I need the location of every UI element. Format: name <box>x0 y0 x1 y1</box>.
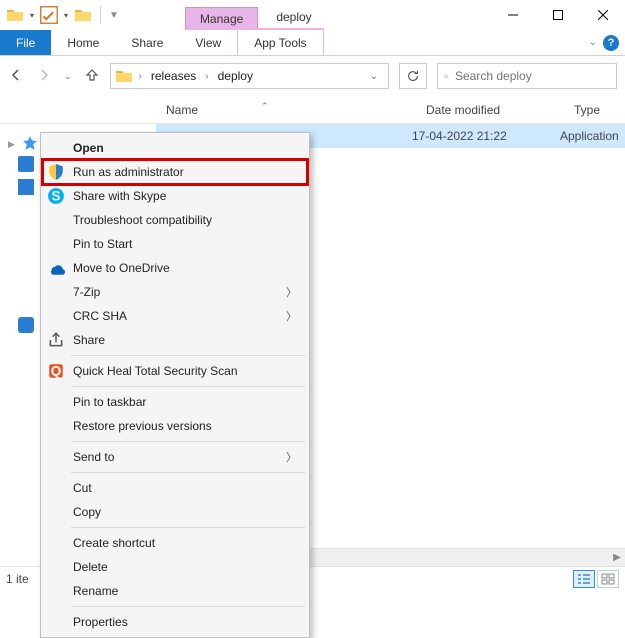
menu-open[interactable]: Open <box>43 136 307 160</box>
search-icon <box>444 70 449 83</box>
crumb-arrow-1[interactable]: › <box>203 71 210 82</box>
column-name[interactable]: Name ⌃ <box>156 103 416 117</box>
qat-separator <box>100 6 101 24</box>
file-type-cell: Application <box>560 129 619 143</box>
menu-separator <box>71 527 305 528</box>
tab-file[interactable]: File <box>0 30 51 55</box>
menu-troubleshoot[interactable]: Troubleshoot compatibility <box>43 208 307 232</box>
menu-cut[interactable]: Cut <box>43 476 307 500</box>
help-button[interactable]: ? <box>603 35 619 51</box>
forward-button <box>36 67 52 86</box>
menu-7zip[interactable]: 7-Zip〉 <box>43 280 307 304</box>
qat-dropdown-2[interactable]: ▾ <box>62 11 70 20</box>
quickheal-icon: Q <box>47 362 65 380</box>
menu-create-shortcut[interactable]: Create shortcut <box>43 531 307 555</box>
back-button[interactable] <box>8 67 24 86</box>
submenu-arrow-icon: 〉 <box>286 449 297 465</box>
skype-icon: S <box>47 187 65 205</box>
menu-move-onedrive[interactable]: Move to OneDrive <box>43 256 307 280</box>
menu-copy[interactable]: Copy <box>43 500 307 524</box>
qat-dropdown-1[interactable]: ▾ <box>28 11 36 20</box>
maximize-button[interactable] <box>535 0 580 30</box>
tab-share[interactable]: Share <box>115 30 179 55</box>
scrollbar-arrow-right[interactable]: ▶ <box>609 552 625 563</box>
view-details-button[interactable] <box>573 570 595 588</box>
submenu-arrow-icon: 〉 <box>286 284 297 300</box>
menu-separator <box>71 472 305 473</box>
menu-share-skype[interactable]: S Share with Skype <box>43 184 307 208</box>
crumb-deploy[interactable]: deploy <box>215 67 256 85</box>
menu-properties[interactable]: Properties <box>43 610 307 634</box>
menu-separator <box>71 355 305 356</box>
search-input[interactable] <box>455 69 610 83</box>
menu-pin-start[interactable]: Pin to Start <box>43 232 307 256</box>
crumb-root-arrow[interactable]: › <box>137 71 144 82</box>
column-date[interactable]: Date modified <box>416 103 564 117</box>
contextual-tab-manage[interactable]: Manage <box>185 7 258 30</box>
svg-text:Q: Q <box>51 364 62 379</box>
tab-home[interactable]: Home <box>51 30 115 55</box>
chevron-right-icon: ▶ <box>8 139 18 150</box>
window-title: deploy <box>258 4 329 30</box>
qat-overflow[interactable]: ▼ <box>107 10 121 21</box>
view-large-icons-button[interactable] <box>597 570 619 588</box>
refresh-button[interactable] <box>399 63 427 89</box>
crumb-releases[interactable]: releases <box>148 67 199 85</box>
sidebar-obscured-items <box>18 156 34 379</box>
menu-delete[interactable]: Delete <box>43 555 307 579</box>
qat-folder-icon[interactable] <box>4 4 26 26</box>
shield-icon <box>47 163 65 181</box>
ribbon-collapse-icon[interactable]: ⌄ <box>589 37 597 48</box>
menu-quickheal[interactable]: Q Quick Heal Total Security Scan <box>43 359 307 383</box>
menu-separator <box>71 441 305 442</box>
star-icon <box>22 135 38 154</box>
sort-indicator-icon: ⌃ <box>261 101 269 112</box>
address-bar[interactable]: › releases › deploy ⌄ <box>110 63 389 89</box>
file-date-cell: 17-04-2022 21:22 <box>412 129 560 143</box>
menu-crc-sha[interactable]: CRC SHA〉 <box>43 304 307 328</box>
menu-separator <box>71 606 305 607</box>
qat-properties-icon[interactable] <box>38 4 60 26</box>
up-button[interactable] <box>84 67 100 86</box>
recent-dropdown[interactable]: ⌄ <box>64 71 72 82</box>
share-icon <box>47 331 65 349</box>
context-menu: Open Run as administrator S Share with S… <box>40 132 310 638</box>
menu-restore-versions[interactable]: Restore previous versions <box>43 414 307 438</box>
qat-newfolder-icon[interactable] <box>72 4 94 26</box>
tab-app-tools[interactable]: App Tools <box>237 28 323 55</box>
column-name-label: Name <box>166 103 198 117</box>
menu-run-as-admin[interactable]: Run as administrator <box>43 160 307 184</box>
svg-text:S: S <box>51 189 60 204</box>
menu-rename[interactable]: Rename <box>43 579 307 603</box>
menu-send-to[interactable]: Send to〉 <box>43 445 307 469</box>
column-type[interactable]: Type <box>564 103 610 117</box>
menu-pin-taskbar[interactable]: Pin to taskbar <box>43 390 307 414</box>
menu-share[interactable]: Share <box>43 328 307 352</box>
menu-separator <box>71 386 305 387</box>
minimize-button[interactable] <box>490 0 535 30</box>
close-button[interactable] <box>580 0 625 30</box>
status-text: 1 ite <box>6 572 29 586</box>
onedrive-icon <box>47 259 65 277</box>
search-box[interactable] <box>437 63 617 89</box>
address-dropdown[interactable]: ⌄ <box>364 71 384 82</box>
tab-view[interactable]: View <box>179 30 237 55</box>
submenu-arrow-icon: 〉 <box>286 308 297 324</box>
